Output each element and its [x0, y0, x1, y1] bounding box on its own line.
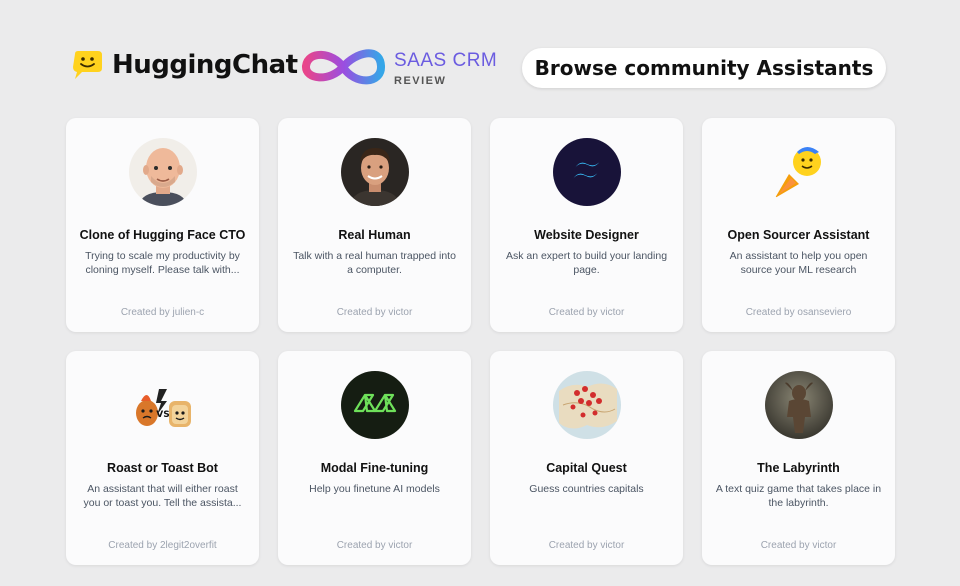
- assistant-card[interactable]: Capital Quest Guess countries capitals C…: [490, 351, 683, 565]
- assistant-creator: Created by osanseviero: [745, 307, 852, 318]
- assistants-grid: Clone of Hugging Face CTO Trying to scal…: [66, 118, 895, 565]
- saas-crm-review-logo: SAAS CRM REVIEW: [300, 42, 497, 92]
- assistant-name: Website Designer: [534, 228, 639, 242]
- header: HuggingChat SAAS CRM REVIEW Browse commu…: [0, 0, 960, 118]
- saas-crm-label: SAAS CRM: [394, 50, 498, 71]
- infinity-icon: [302, 49, 385, 85]
- modal-logo-avatar-icon: [340, 371, 409, 439]
- assistant-description: Talk with a real human trapped into a co…: [293, 250, 456, 276]
- assistant-name: Clone of Hugging Face CTO: [79, 228, 246, 242]
- human-photo-avatar-icon: [340, 138, 409, 206]
- tailwind-logo-avatar-icon: [552, 138, 621, 206]
- assistant-description: Guess countries capitals: [529, 483, 644, 495]
- assistant-name: Capital Quest: [546, 461, 627, 475]
- assistant-card[interactable]: Website Designer Ask an expert to build …: [490, 118, 683, 332]
- assistant-name: Real Human: [338, 228, 411, 242]
- assistant-name: Open Sourcer Assistant: [727, 228, 870, 242]
- assistant-description: An assistant to help you open source you…: [729, 250, 868, 276]
- assistant-creator: Created by victor: [548, 307, 625, 318]
- assistant-description: A text quiz game that takes place in the…: [715, 483, 882, 509]
- browse-assistants-button[interactable]: Browse community Assistants: [522, 48, 886, 88]
- hugging-face-emoji-icon: [73, 51, 102, 79]
- roast-vs-toast-avatar-icon: VS: [128, 371, 197, 439]
- assistant-card[interactable]: Real Human Talk with a real human trappe…: [278, 118, 471, 332]
- assistant-name: The Labyrinth: [757, 461, 840, 475]
- bald-memoji-avatar-icon: [128, 138, 197, 206]
- assistant-creator: Created by victor: [336, 307, 413, 318]
- map-pins-avatar-icon: [552, 371, 621, 439]
- assistant-card[interactable]: Open Sourcer Assistant An assistant to h…: [702, 118, 895, 332]
- assistant-creator: Created by victor: [336, 540, 413, 551]
- assistant-card[interactable]: VS Roast or Toast Bot An assistant that …: [66, 351, 259, 565]
- assistant-name: Modal Fine-tuning: [320, 461, 429, 475]
- minotaur-avatar-icon: [764, 371, 833, 439]
- assistant-creator: Created by victor: [548, 540, 625, 551]
- assistant-card[interactable]: The Labyrinth A text quiz game that take…: [702, 351, 895, 565]
- assistant-name: Roast or Toast Bot: [107, 461, 218, 475]
- assistant-description: An assistant that will either roast you …: [83, 483, 242, 509]
- assistant-description: Help you finetune AI models: [309, 483, 440, 495]
- assistant-card[interactable]: Clone of Hugging Face CTO Trying to scal…: [66, 118, 259, 332]
- assistant-creator: Created by 2legit2overfit: [108, 540, 217, 551]
- assistant-creator: Created by victor: [760, 540, 837, 551]
- review-label: REVIEW: [394, 75, 447, 87]
- assistant-description: Ask an expert to build your landing page…: [505, 250, 668, 276]
- assistant-description: Trying to scale my productivity by cloni…: [85, 250, 240, 276]
- rocket-hugging-face-avatar-icon: [764, 138, 833, 206]
- assistant-creator: Created by julien-c: [120, 307, 205, 318]
- app-name: HuggingChat: [112, 50, 298, 80]
- huggingchat-logo[interactable]: HuggingChat: [70, 50, 298, 80]
- assistant-card[interactable]: Modal Fine-tuning Help you finetune AI m…: [278, 351, 471, 565]
